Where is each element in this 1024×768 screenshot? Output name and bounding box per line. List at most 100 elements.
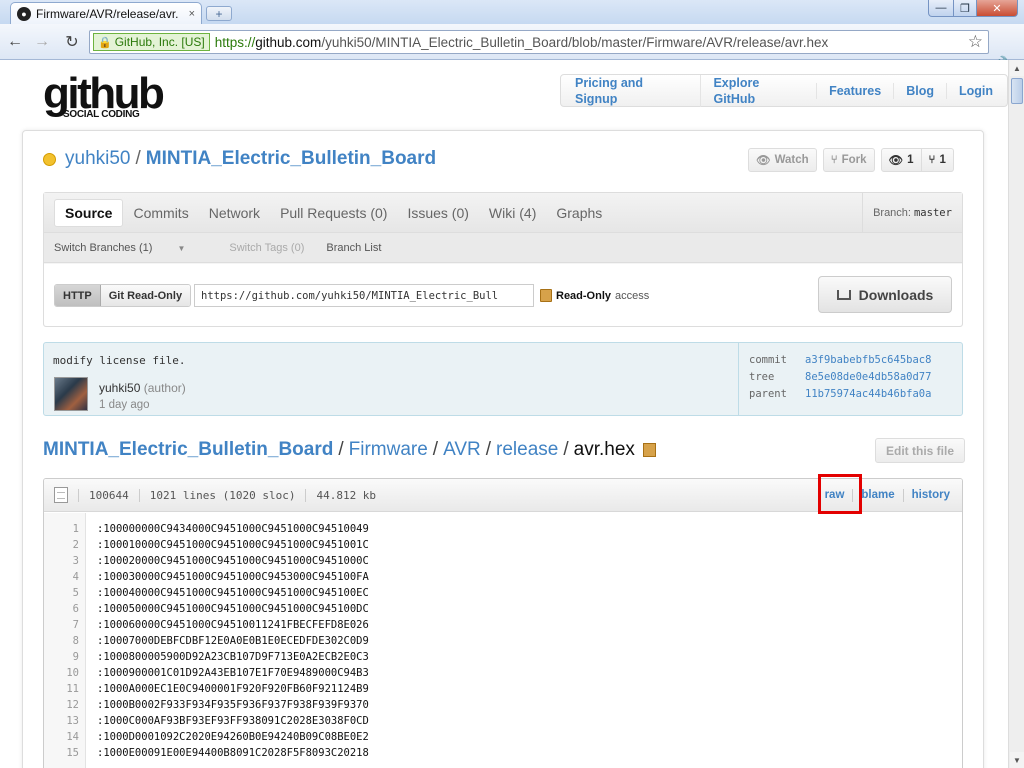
nav-blog[interactable]: Blog xyxy=(893,82,946,99)
branch-indicator[interactable]: Branch: master xyxy=(862,193,962,232)
line-number[interactable]: 15 xyxy=(44,745,85,761)
nav-pricing[interactable]: Pricing and Signup xyxy=(563,75,700,107)
nav-explore[interactable]: Explore GitHub xyxy=(700,74,816,107)
git-readonly-button[interactable]: Git Read-Only xyxy=(100,285,191,306)
access-text: access xyxy=(615,289,650,302)
file-size: 44.812 kb xyxy=(305,488,386,502)
line-number[interactable]: 4 xyxy=(44,569,85,585)
author-link[interactable]: yuhki50 xyxy=(99,381,140,395)
lock-icon: 🔒 xyxy=(98,36,112,49)
watch-label: Watch xyxy=(774,154,809,166)
line-number[interactable]: 11 xyxy=(44,681,85,697)
url-scheme: https:// xyxy=(214,34,256,50)
tab-pull-requests[interactable]: Pull Requests (0) xyxy=(270,199,397,227)
line-number[interactable]: 3 xyxy=(44,553,85,569)
line-number[interactable]: 1 xyxy=(44,521,85,537)
watchers-count[interactable]: 👁 1 xyxy=(880,148,922,172)
repo-name-link[interactable]: MINTIA_Electric_Bulletin_Board xyxy=(146,148,436,170)
address-bar[interactable]: 🔒 GitHub, Inc. [US] https://github.com/y… xyxy=(89,30,989,54)
watch-button[interactable]: 👁 Watch xyxy=(748,148,817,172)
close-window-button[interactable]: ✕ xyxy=(976,0,1018,17)
tab-commits[interactable]: Commits xyxy=(123,199,198,227)
avatar[interactable] xyxy=(54,377,88,411)
code-line: :1000B0002F933F934F935F936F937F938F939F9… xyxy=(97,699,369,711)
vertical-scrollbar[interactable]: ▲ ▼ xyxy=(1008,60,1024,768)
code-line: :1000E00091E00E94400B8091C2028F5F8093C20… xyxy=(97,747,369,759)
switch-tags-menu[interactable]: Switch Tags (0) xyxy=(229,242,304,254)
forks-count[interactable]: ⑂ 1 xyxy=(921,148,954,172)
line-number[interactable]: 8 xyxy=(44,633,85,649)
branch-value: master xyxy=(913,206,952,219)
tab-close-icon[interactable]: × xyxy=(189,8,195,20)
switch-branches-label: Switch Branches (1) xyxy=(54,241,153,254)
browser-tab[interactable]: ● Firmware/AVR/release/avr. × xyxy=(10,2,202,24)
commit-date: 1 day ago xyxy=(99,399,150,411)
repo-separator: / xyxy=(135,148,141,169)
commit-message: modify license file. xyxy=(53,354,186,367)
tree-sha-link[interactable]: 8e5e08de0e4db58a0d77 xyxy=(805,371,931,383)
fork-icon: ⑂ xyxy=(830,154,838,166)
forward-icon[interactable]: → xyxy=(32,32,52,52)
github-logo[interactable]: github SOCIAL CODING xyxy=(43,72,165,121)
minimize-button[interactable]: — xyxy=(928,0,954,17)
parent-sha-link[interactable]: 11b75974ac44b46bfa0a xyxy=(805,388,931,400)
line-number[interactable]: 12 xyxy=(44,697,85,713)
line-number[interactable]: 10 xyxy=(44,665,85,681)
new-tab-button[interactable]: + xyxy=(206,6,232,21)
clipboard-icon[interactable] xyxy=(540,289,552,302)
http-button[interactable]: HTTP xyxy=(55,285,101,306)
edit-file-button[interactable]: Edit this file xyxy=(875,438,966,463)
reload-icon[interactable]: ↻ xyxy=(62,32,82,52)
crumb-firmware-link[interactable]: Firmware xyxy=(349,439,428,461)
code-line: :1000D0001092C2020E94260B0E94240B09C08BE… xyxy=(97,731,369,743)
scroll-up-icon[interactable]: ▲ xyxy=(1010,60,1024,76)
crumb-repo-link[interactable]: MINTIA_Electric_Bulletin_Board xyxy=(43,439,333,461)
back-icon[interactable]: ← xyxy=(5,32,25,52)
line-number[interactable]: 7 xyxy=(44,617,85,633)
scroll-down-icon[interactable]: ▼ xyxy=(1010,752,1024,768)
code-line: :100020000C9451000C9451000C9451000C94510… xyxy=(97,555,369,567)
commit-author: yuhki50 (author) xyxy=(99,381,186,395)
tree-label: tree xyxy=(749,370,775,383)
repo-owner-link[interactable]: yuhki50 xyxy=(65,148,131,170)
line-number[interactable]: 5 xyxy=(44,585,85,601)
nav-login[interactable]: Login xyxy=(945,82,1005,99)
url-text[interactable]: https://github.com/yuhki50/MINTIA_Electr… xyxy=(215,35,829,50)
switch-branches-menu[interactable]: Switch Branches (1) ▼ xyxy=(54,242,207,254)
fork-button[interactable]: ⑂ Fork xyxy=(822,148,875,172)
ssl-badge[interactable]: 🔒 GitHub, Inc. [US] xyxy=(93,33,210,51)
maximize-button[interactable]: ❐ xyxy=(953,0,977,17)
crumb-sep: / xyxy=(485,439,492,460)
line-number[interactable]: 6 xyxy=(44,601,85,617)
code-line: :1000A000EC1E0C9400001F920F920FB60F92112… xyxy=(97,683,369,695)
browser-toolbar: ← → ↻ 🔒 GitHub, Inc. [US] https://github… xyxy=(0,24,1024,74)
line-number[interactable]: 2 xyxy=(44,537,85,553)
crumb-file: avr.hex xyxy=(573,439,635,460)
commit-sha-link[interactable]: a3f9babebfb5c645bac8 xyxy=(805,354,931,366)
clone-url-input[interactable]: https://github.com/yuhki50/MINTIA_Electr… xyxy=(194,284,534,307)
download-icon xyxy=(836,289,851,300)
line-number[interactable]: 13 xyxy=(44,713,85,729)
clipboard-icon[interactable] xyxy=(642,443,656,457)
crumb-sep: / xyxy=(338,439,344,460)
crumb-release-link[interactable]: release xyxy=(496,439,558,461)
ssl-label: GitHub, Inc. [US] xyxy=(114,35,205,49)
scroll-thumb[interactable] xyxy=(1011,78,1023,104)
downloads-button[interactable]: Downloads xyxy=(818,276,952,313)
line-number[interactable]: 9 xyxy=(44,649,85,665)
bookmark-star-icon[interactable]: ☆ xyxy=(968,32,983,52)
repo-counts: 👁 1 ⑂ 1 xyxy=(880,148,954,172)
tab-network[interactable]: Network xyxy=(199,199,270,227)
tab-source[interactable]: Source xyxy=(54,199,124,227)
tab-wiki[interactable]: Wiki (4) xyxy=(479,199,546,227)
branch-list-link[interactable]: Branch List xyxy=(326,242,381,254)
crumb-avr-link[interactable]: AVR xyxy=(443,439,481,461)
tab-graphs[interactable]: Graphs xyxy=(546,199,612,227)
history-link[interactable]: history xyxy=(902,489,958,502)
tab-strip: ● Firmware/AVR/release/avr. × + — ❐ ✕ xyxy=(0,0,1024,24)
code-line: :100040000C9451000C9451000C9451000C94510… xyxy=(97,587,369,599)
watchers-value: 1 xyxy=(907,154,914,166)
nav-features[interactable]: Features xyxy=(816,82,893,99)
tab-issues[interactable]: Issues (0) xyxy=(397,199,478,227)
line-number[interactable]: 14 xyxy=(44,729,85,745)
